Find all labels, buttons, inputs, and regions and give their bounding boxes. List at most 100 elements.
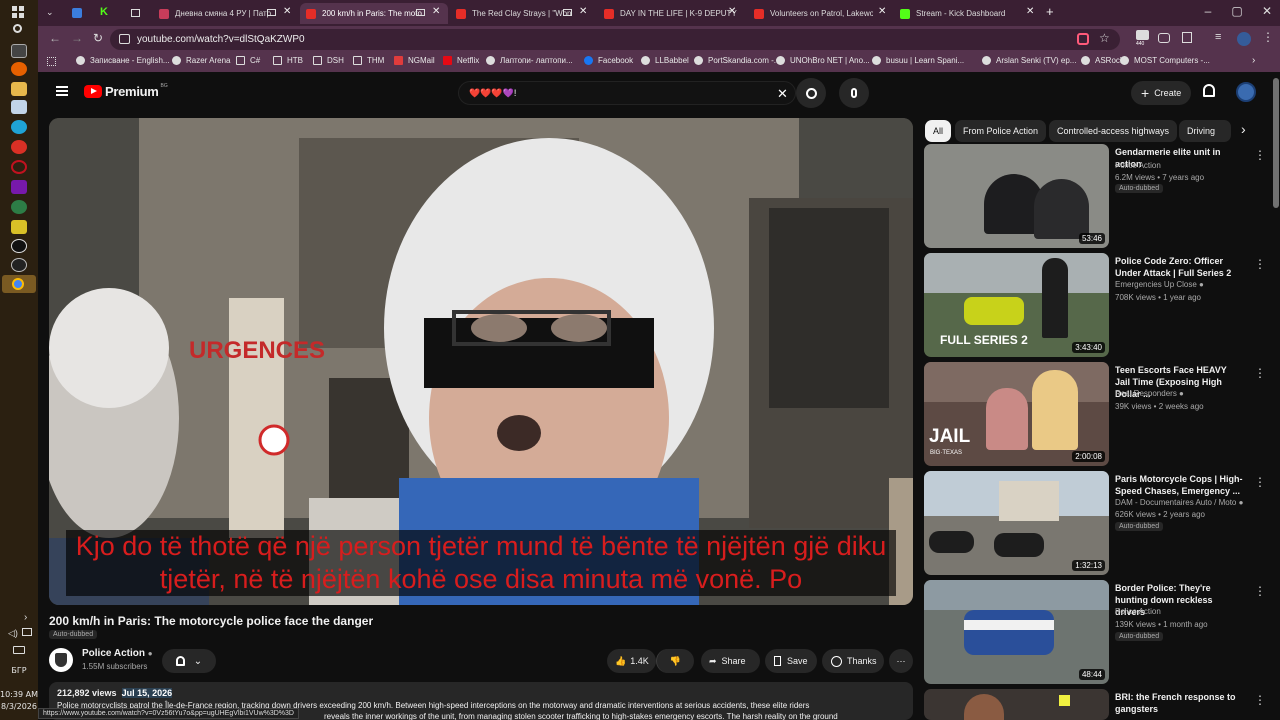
input-language[interactable]: БГР [0, 666, 38, 675]
dislike-button[interactable]: 👎 [656, 649, 694, 673]
scrollbar-thumb[interactable] [1273, 78, 1279, 208]
tab-audio-icon[interactable] [416, 9, 425, 16]
more-vertical-icon[interactable]: ⋮ [1254, 584, 1266, 598]
voice-search-button[interactable] [839, 78, 869, 108]
browser-tab[interactable]: DAY IN THE LIFE | K-9 DEPUTY [598, 3, 743, 24]
edge-icon[interactable] [11, 120, 27, 134]
more-vertical-icon[interactable]: ⋮ [1254, 475, 1266, 489]
new-tab-plus-icon[interactable]: + [1046, 4, 1054, 19]
bookmark[interactable]: MOST Computers -... [1120, 56, 1210, 65]
bookmark[interactable]: busuu | Learn Spani... [872, 56, 964, 65]
keyboard-icon[interactable] [13, 646, 25, 654]
speaker-icon[interactable]: ◁) [8, 628, 18, 639]
tab-close-icon[interactable]: ✕ [728, 6, 736, 17]
extension-icon[interactable] [1158, 33, 1170, 43]
bookmark[interactable]: NGMail [394, 56, 435, 65]
onenote-icon[interactable] [11, 180, 27, 194]
more-actions-button[interactable]: ⋯ [889, 649, 913, 673]
file-explorer-icon[interactable] [11, 82, 27, 96]
video-thumbnail[interactable]: 53:46 [924, 144, 1109, 248]
bookmark[interactable]: Лаптопи- лаптопи... [486, 56, 573, 65]
browser-tab[interactable]: Stream - Kick Dashboard [894, 3, 1014, 24]
chevron-right-icon[interactable]: › [1241, 121, 1246, 137]
search-icon[interactable] [13, 24, 22, 33]
media-list-icon[interactable]: ≡ [1215, 31, 1221, 43]
more-vertical-icon[interactable]: ⋮ [1254, 693, 1264, 707]
thanks-button[interactable]: Thanks [822, 649, 884, 673]
bookmark[interactable]: UNOhBro NET | Ano... [776, 56, 870, 65]
bookmark[interactable]: LLBabbel [641, 56, 689, 65]
bookmark-star-icon[interactable]: ☆ [1099, 31, 1110, 45]
back-arrow-icon[interactable]: ← [49, 31, 61, 45]
like-button[interactable]: 👍 1.4K [607, 649, 656, 673]
channel-name[interactable]: Police Action ● [82, 648, 153, 659]
profile-avatar-icon[interactable] [1237, 32, 1251, 46]
create-button[interactable]: + Create [1131, 81, 1192, 105]
browser-tab[interactable]: Volunteers on Patrol, Lakewood [748, 3, 873, 24]
pinned-tab-kick-icon[interactable]: K [100, 6, 108, 18]
recommendation-item[interactable]: 48:44 Border Police: They're hunting dow… [924, 580, 1266, 684]
tab-close-icon[interactable]: ✕ [579, 6, 587, 17]
chip-from-channel[interactable]: From Police Action [955, 120, 1047, 142]
more-vertical-icon[interactable]: ⋮ [1254, 148, 1266, 162]
recommendation-item[interactable]: 1:32:13 Paris Motorcycle Cops | High-Spe… [924, 471, 1266, 575]
subscribed-button[interactable]: ⌄ [162, 649, 216, 673]
bookmark[interactable]: Netflix [443, 56, 479, 65]
bookmark[interactable]: Facebook [584, 56, 633, 65]
search-button[interactable] [796, 78, 826, 108]
recommendation-channel[interactable]: Police Action [1115, 607, 1161, 616]
hamburger-menu-icon[interactable] [56, 86, 68, 96]
pinned-tab-icon[interactable] [131, 9, 140, 17]
active-app-highlight[interactable] [2, 275, 36, 293]
photos-icon[interactable] [11, 100, 27, 114]
search-input[interactable]: ❤️❤️❤️💜! ✕ [458, 81, 796, 105]
video-thumbnail[interactable]: 1:32:13 [924, 471, 1109, 575]
recommendation-item[interactable]: BRI: the French response to gangsters ⋮ [924, 689, 1264, 720]
bookmark[interactable]: Записване - English... [76, 56, 170, 65]
recommendation-title[interactable]: BRI: the French response to gangsters [1115, 691, 1243, 715]
chevron-up-icon[interactable]: › [24, 612, 27, 623]
recommendation-item[interactable]: JAIL BIG·TEXAS 2:00:08 Teen Escorts Face… [924, 362, 1266, 466]
bookmark[interactable]: ASRock [1081, 56, 1124, 65]
video-player[interactable]: URGENCES Kjo do të thotë që një person t… [49, 118, 913, 605]
notifications-bell-icon[interactable] [1203, 84, 1215, 97]
maximize-icon[interactable]: ▢ [1222, 4, 1252, 18]
bookmark-folder[interactable]: THM [353, 56, 384, 65]
start-menu-icon[interactable] [12, 6, 24, 18]
video-thumbnail[interactable]: FULL SERIES 2 3:43:40 [924, 253, 1109, 357]
reload-icon[interactable]: ↻ [93, 31, 103, 45]
clear-search-icon[interactable]: ✕ [777, 86, 788, 102]
extension-counter-icon[interactable] [1136, 30, 1149, 40]
display-icon[interactable] [22, 628, 32, 636]
recommendation-item[interactable]: FULL SERIES 2 3:43:40 Police Code Zero: … [924, 253, 1266, 357]
bookmark[interactable]: Arslan Senki (TV) ep... [982, 56, 1076, 65]
recommendation-channel[interactable]: Emergencies Up Close ● [1115, 280, 1204, 289]
tab-audio-icon[interactable] [563, 9, 572, 16]
bookmark-folder[interactable]: C# [236, 56, 260, 65]
apps-grid-icon[interactable] [47, 57, 56, 66]
video-thumbnail[interactable] [924, 689, 1109, 720]
chrome-icon[interactable] [11, 140, 27, 154]
chip-topic[interactable]: Driving [1179, 120, 1231, 142]
bookmark-folder[interactable]: DSH [313, 56, 344, 65]
video-thumbnail[interactable]: 48:44 [924, 580, 1109, 684]
tab-close-icon[interactable]: ✕ [1026, 6, 1034, 17]
youtube-logo[interactable]: Premium BG [84, 83, 168, 99]
browser-tab[interactable]: The Red Clay Strays | "Won [450, 3, 598, 24]
recommendation-channel[interactable]: DAM - Documentaires Auto / Moto ● [1115, 498, 1243, 507]
recommendation-channel[interactable]: Police Action [1115, 161, 1161, 170]
chip-all[interactable]: All [925, 120, 952, 142]
recommendation-title[interactable]: Police Code Zero: Officer Under Attack |… [1115, 255, 1243, 279]
forward-arrow-icon[interactable]: → [71, 31, 83, 45]
tab-audio-icon[interactable] [267, 9, 276, 16]
video-thumbnail[interactable]: JAIL BIG·TEXAS 2:00:08 [924, 362, 1109, 466]
app-icon[interactable] [11, 239, 27, 253]
bookmark[interactable]: Razer Arena [172, 56, 230, 65]
address-bar[interactable]: youtube.com/watch?v=dlStQaKZWP0 ☆ [110, 29, 1120, 50]
recommendation-title[interactable]: Paris Motorcycle Cops | High-Speed Chase… [1115, 473, 1243, 497]
more-vertical-icon[interactable]: ⋮ [1254, 366, 1266, 380]
share-button[interactable]: ➦ Share [701, 649, 760, 673]
task-view-icon[interactable] [11, 44, 27, 58]
close-window-icon[interactable]: ✕ [1252, 4, 1280, 18]
opera-icon[interactable] [11, 160, 27, 174]
